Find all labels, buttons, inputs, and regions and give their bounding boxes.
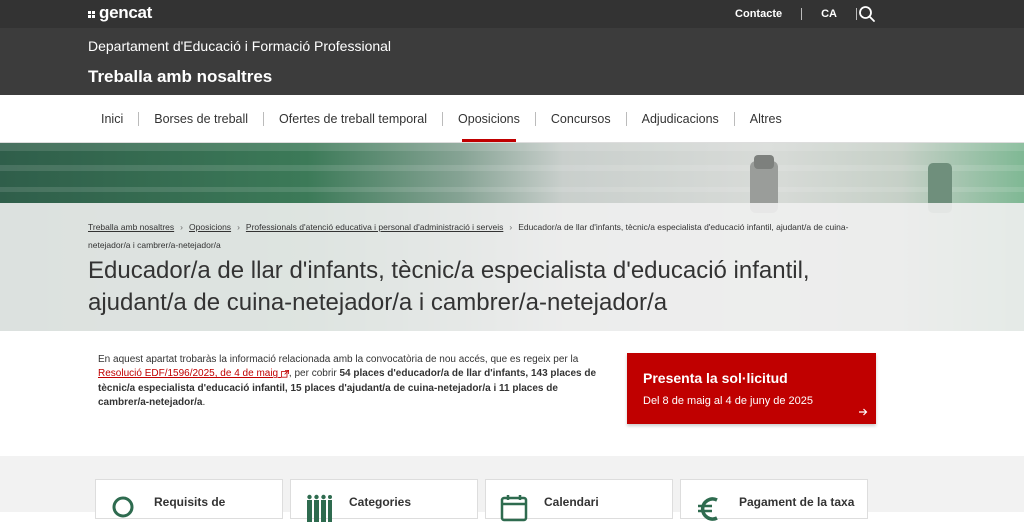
- contact-link[interactable]: Contacte: [735, 8, 782, 20]
- intro-text-end: .: [202, 396, 206, 408]
- chevron-right-icon: ›: [509, 222, 513, 232]
- card-label: Categories: [349, 495, 412, 509]
- nav-item-inici[interactable]: Inici: [86, 95, 139, 143]
- card-calendari[interactable]: Calendari: [485, 479, 673, 522]
- hero-stripe: [0, 187, 1024, 192]
- nav-item-label[interactable]: Inici: [86, 112, 138, 126]
- intro-text: En aquest apartat trobaràs la informació…: [98, 353, 596, 410]
- search-icon[interactable]: [858, 5, 876, 23]
- cta-dates: Del 8 de maig al 4 de juny de 2025: [643, 395, 814, 407]
- card-requisits[interactable]: Requisits de: [95, 479, 283, 519]
- nav-item-label[interactable]: Ofertes de treball temporal: [264, 112, 442, 126]
- nav-item-label[interactable]: Concursos: [536, 112, 626, 126]
- card-label: Calendari: [544, 495, 599, 509]
- card-pagament[interactable]: Pagament de la taxa: [680, 479, 868, 521]
- top-bar: gencat Contacte CA: [0, 0, 1024, 28]
- hero-banner: Treballa amb nosaltres › Oposicions › Profes…: [0, 143, 1024, 331]
- nav-item-label[interactable]: Oposicions: [443, 112, 535, 142]
- department-header: Departament d'Educació i Formació Profes…: [0, 28, 1024, 95]
- intro-text-start: En aquest apartat trobaràs la informació…: [98, 354, 579, 365]
- card-label: Requisits de: [154, 495, 226, 509]
- calendar-icon: [500, 495, 528, 522]
- divider: [856, 8, 857, 20]
- nav-item-adjudicacions[interactable]: Adjudicacions: [627, 95, 735, 143]
- intro-text-middle: , per cobrir: [288, 368, 340, 380]
- submit-application-button[interactable]: Presenta la sol·licitud Del 8 de maig al…: [627, 353, 876, 424]
- logo-dots-icon: [88, 10, 95, 18]
- chevron-right-icon: ›: [237, 222, 240, 232]
- magnifier-icon: [112, 496, 134, 518]
- nav-item-label[interactable]: Altres: [735, 112, 797, 126]
- chevron-right-icon: ›: [180, 222, 183, 232]
- hero-stripe: [0, 165, 1024, 171]
- nav-item-ofertes[interactable]: Ofertes de treball temporal: [264, 95, 443, 143]
- nav-item-label[interactable]: Borses de treball: [139, 112, 263, 126]
- hero-stripe: [0, 143, 1024, 151]
- nav-item-label[interactable]: Adjudicacions: [627, 112, 734, 126]
- resolution-link[interactable]: Resolució EDF/1596/2025, de 4 de maig: [98, 368, 289, 379]
- euro-icon: [698, 497, 718, 521]
- external-link-icon: [280, 369, 289, 378]
- cta-title: Presenta la sol·licitud: [643, 370, 788, 386]
- nav-item-oposicions[interactable]: Oposicions: [443, 95, 536, 143]
- gencat-logo[interactable]: gencat: [88, 3, 152, 23]
- section-title[interactable]: Treballa amb nosaltres: [88, 67, 272, 87]
- card-categories[interactable]: Categories: [290, 479, 478, 522]
- card-label: Pagament de la taxa: [739, 495, 855, 509]
- arrow-right-icon: [859, 408, 868, 416]
- breadcrumb-link[interactable]: Treballa amb nosaltres: [88, 222, 174, 232]
- divider: [801, 8, 803, 20]
- nav-item-altres[interactable]: Altres: [735, 95, 797, 143]
- breadcrumb: Treballa amb nosaltres › Oposicions › Profes…: [88, 218, 878, 254]
- main-nav: Inici Borses de treball Ofertes de treba…: [0, 95, 1024, 143]
- department-name[interactable]: Departament d'Educació i Formació Profes…: [88, 38, 391, 54]
- breadcrumb-link[interactable]: Professionals d'atenció educativa i pers…: [246, 222, 503, 232]
- nav-item-borses[interactable]: Borses de treball: [139, 95, 264, 143]
- page-title: Educador/a de llar d'infants, tècnic/a e…: [88, 257, 810, 316]
- people-icon: [307, 494, 332, 522]
- nav-item-concursos[interactable]: Concursos: [536, 95, 627, 143]
- resolution-link-label[interactable]: Resolució EDF/1596/2025, de 4 de maig: [98, 368, 278, 379]
- logo-text: gencat: [99, 3, 152, 22]
- breadcrumb-link[interactable]: Oposicions: [189, 222, 231, 232]
- language-selector[interactable]: CA: [821, 8, 837, 20]
- top-links: Contacte CA: [735, 0, 876, 28]
